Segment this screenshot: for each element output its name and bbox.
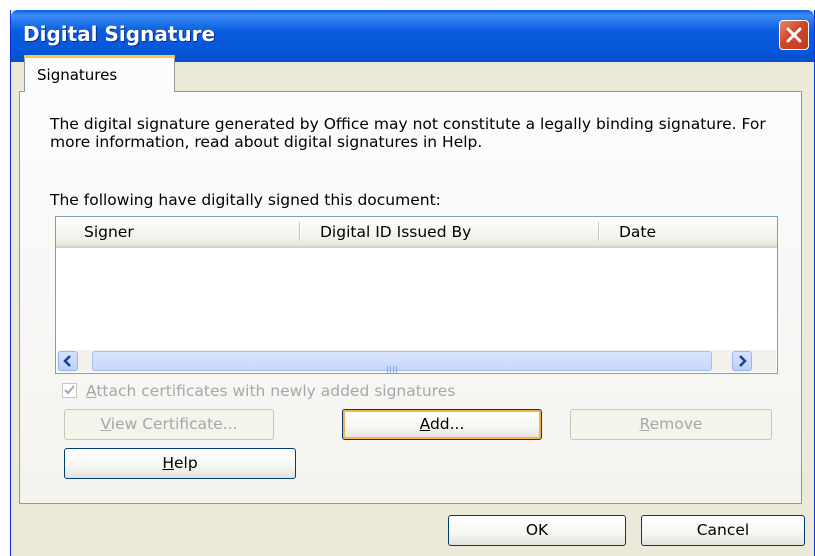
add-button[interactable]: Add... <box>342 409 542 440</box>
cancel-button[interactable]: Cancel <box>641 515 805 546</box>
signers-caption: The following have digitally signed this… <box>50 191 441 209</box>
window-title: Digital Signature <box>23 22 216 46</box>
grip-icon <box>387 358 399 377</box>
horizontal-scrollbar[interactable] <box>57 350 776 373</box>
view-certificate-button[interactable]: View Certificate... <box>64 409 274 440</box>
attach-certificates-label: Attach certificates with newly added sig… <box>86 382 456 400</box>
attach-certificates-checkbox[interactable] <box>62 383 77 398</box>
tab-signatures[interactable]: Signatures <box>24 55 175 92</box>
scroll-left-button[interactable] <box>58 351 78 371</box>
help-button[interactable]: Help <box>64 448 296 479</box>
close-icon <box>786 27 802 43</box>
column-header-issued-by[interactable]: Digital ID Issued By <box>320 223 471 241</box>
scroll-right-button[interactable] <box>732 351 752 371</box>
column-header-date[interactable]: Date <box>619 223 656 241</box>
signers-list[interactable]: Signer Digital ID Issued By Date <box>55 216 778 374</box>
arrow-right-icon <box>739 355 747 367</box>
tab-label: Signatures <box>37 66 118 84</box>
description-text: The digital signature generated by Offic… <box>50 115 766 151</box>
remove-button[interactable]: Remove <box>570 409 772 440</box>
column-divider[interactable] <box>598 222 599 241</box>
column-header-signer[interactable]: Signer <box>84 223 134 241</box>
close-button[interactable] <box>779 20 809 50</box>
column-divider[interactable] <box>299 222 300 241</box>
scroll-thumb[interactable] <box>92 351 712 373</box>
checkmark-icon <box>64 385 75 395</box>
ok-button[interactable]: OK <box>448 515 626 546</box>
list-header: Signer Digital ID Issued By Date <box>56 217 777 248</box>
arrow-left-icon <box>63 355 71 367</box>
